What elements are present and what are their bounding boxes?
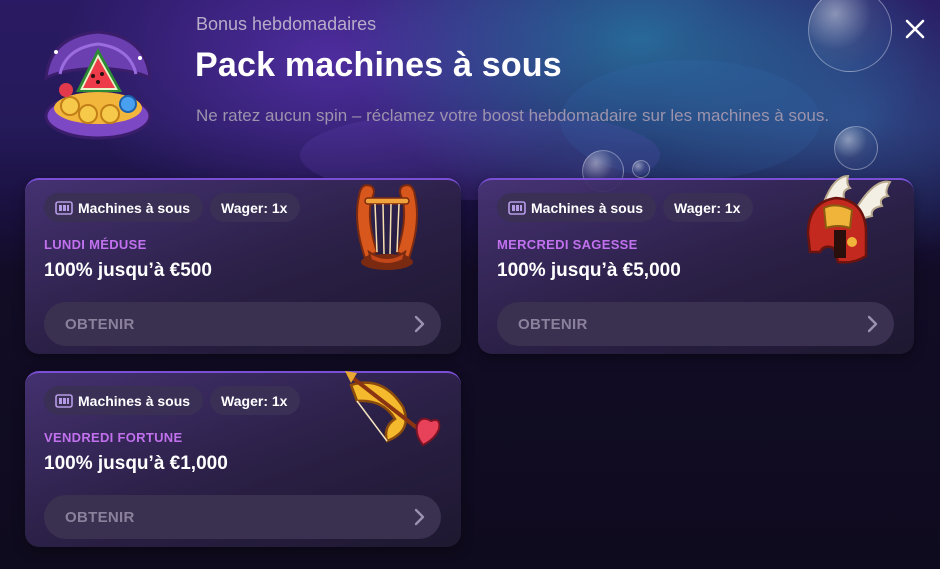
bonus-offer: 100% jusqu’à €500: [44, 260, 212, 281]
wager-tag: Wager: 1x: [210, 386, 301, 415]
wager-tag-label: Wager: 1x: [221, 199, 288, 216]
bonus-card-monday: Machines à sous Wager: 1x LUNDI MÉDUSE 1…: [25, 178, 461, 354]
chevron-right-icon: [414, 315, 425, 333]
bonus-day-label: VENDREDI FORTUNE: [44, 430, 183, 445]
bonus-day-label: MERCREDI SAGESSE: [497, 237, 638, 252]
wager-tag-label: Wager: 1x: [221, 392, 288, 409]
category-tag: Machines à sous: [44, 386, 204, 415]
close-icon[interactable]: [903, 17, 927, 41]
slot-machine-icon: [55, 393, 73, 408]
wager-tag: Wager: 1x: [663, 193, 754, 222]
claim-button-label: OBTENIR: [65, 315, 135, 333]
chevron-right-icon: [867, 315, 878, 333]
background-bubble: [632, 160, 650, 178]
wager-tag: Wager: 1x: [210, 193, 301, 222]
background-bubble: [834, 126, 878, 170]
page-title: Pack machines à sous: [195, 46, 562, 84]
card-tags: Machines à sous Wager: 1x: [44, 386, 301, 415]
lyre-icon: [356, 184, 418, 270]
claim-button-label: OBTENIR: [65, 508, 135, 526]
page-description: Ne ratez aucun spin – réclamez votre boo…: [196, 106, 830, 125]
slot-machine-icon: [55, 200, 73, 215]
claim-button-label: OBTENIR: [518, 315, 588, 333]
category-tag-label: Machines à sous: [531, 199, 644, 216]
winged-helmet-icon: [806, 174, 892, 264]
bow-arrow-heart-icon: [345, 371, 441, 447]
bonus-card-friday: Machines à sous Wager: 1x VENDREDI FORTU…: [25, 371, 461, 547]
bonus-day-label: LUNDI MÉDUSE: [44, 237, 147, 252]
wager-tag-label: Wager: 1x: [674, 199, 741, 216]
bonus-offer: 100% jusqu’à €1,000: [44, 453, 228, 474]
card-tags: Machines à sous Wager: 1x: [44, 193, 301, 222]
category-tag: Machines à sous: [497, 193, 657, 222]
page-subtitle: Bonus hebdomadaires: [196, 14, 377, 34]
bonus-offer: 100% jusqu’à €5,000: [497, 260, 681, 281]
bonus-card-wednesday: Machines à sous Wager: 1x MERCREDI SAGES…: [478, 174, 914, 354]
slot-machine-icon: [508, 200, 526, 215]
category-tag-label: Machines à sous: [78, 199, 191, 216]
claim-button[interactable]: OBTENIR: [44, 302, 441, 346]
treasure-shell-watermelon-icon: [44, 30, 152, 140]
background-bubble: [808, 0, 892, 72]
category-tag-label: Machines à sous: [78, 392, 191, 409]
claim-button[interactable]: OBTENIR: [44, 495, 441, 539]
card-tags: Machines à sous Wager: 1x: [497, 193, 754, 222]
claim-button[interactable]: OBTENIR: [497, 302, 894, 346]
chevron-right-icon: [414, 508, 425, 526]
category-tag: Machines à sous: [44, 193, 204, 222]
